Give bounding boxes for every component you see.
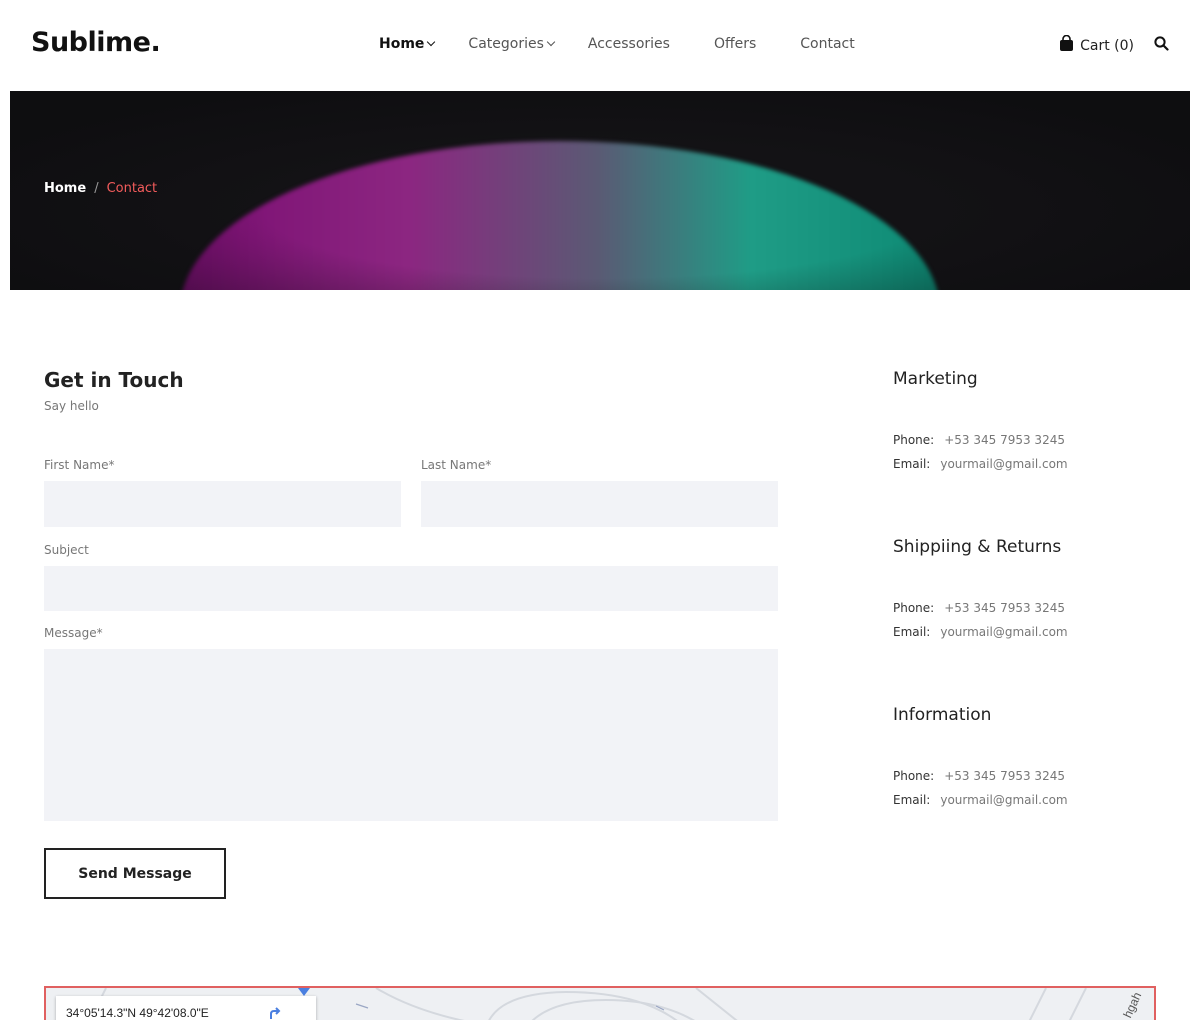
nav-item-home[interactable]: Home (379, 36, 436, 52)
email-label: Email: (893, 625, 931, 639)
contact-block-title: Information (893, 705, 992, 725)
cart-button[interactable]: Cart (0) (1059, 34, 1134, 56)
nav-item-categories[interactable]: Categories (468, 36, 556, 52)
nav-item-accessories[interactable]: Accessories (588, 36, 670, 52)
nav-item-label: Offers (713, 36, 757, 52)
map-coordinates: 34°05'14.3"N 49°42'08.0"E (66, 1006, 209, 1020)
form-title: Get in Touch (44, 368, 184, 392)
form-subtitle: Say hello (44, 399, 99, 413)
contact-email: Email: yourmail@gmail.com (893, 625, 1068, 639)
search-icon (1154, 35, 1169, 56)
contact-phone: Phone: +53 345 7953 3245 (893, 601, 1065, 615)
phone-label: Phone: (893, 601, 935, 615)
search-button[interactable] (1154, 35, 1169, 56)
hero-overlay (10, 91, 1190, 290)
site-header: Sublime. Home Categories Accessories Off… (0, 0, 1200, 91)
cart-label: Cart (0) (1080, 37, 1134, 54)
contact-block-marketing: Marketing Phone: +53 345 7953 3245 Email:… (893, 369, 1068, 471)
directions-icon (268, 1007, 284, 1020)
email-value[interactable]: yourmail@gmail.com (940, 793, 1067, 807)
nav-item-label: Accessories (587, 36, 670, 52)
breadcrumb-current: Contact (106, 181, 158, 196)
chevron-down-icon (427, 37, 436, 47)
phone-value[interactable]: +53 345 7953 3245 (944, 769, 1065, 783)
contact-block-shipping: Shippiing & Returns Phone: +53 345 7953 3… (893, 537, 1068, 639)
page-hero-banner: Home / Contact (10, 91, 1190, 290)
breadcrumb: Home / Contact (44, 181, 157, 196)
nav-item-label: Home (379, 36, 425, 52)
phone-label: Phone: (893, 769, 935, 783)
nav-item-label: Categories (468, 36, 544, 52)
last-name-field[interactable] (421, 481, 778, 527)
contact-block-title: Marketing (893, 369, 978, 389)
contact-phone: Phone: +53 345 7953 3245 (893, 769, 1065, 783)
breadcrumb-home-link[interactable]: Home (44, 181, 86, 196)
shopping-bag-icon (1059, 34, 1074, 56)
last-name-label: Last Name* (421, 458, 492, 472)
breadcrumb-separator: / (94, 181, 99, 196)
main-nav: Home Categories Accessories Offers Conta… (379, 36, 855, 52)
directions-button[interactable] (268, 1005, 284, 1020)
contact-block-title: Shippiing & Returns (893, 537, 1062, 557)
nav-item-offers[interactable]: Offers (714, 36, 756, 52)
first-name-label: First Name* (44, 458, 115, 472)
contact-email: Email: yourmail@gmail.com (893, 457, 1068, 471)
first-name-field[interactable] (44, 481, 401, 527)
site-logo[interactable]: Sublime. (31, 27, 161, 58)
send-message-button[interactable]: Send Message (44, 848, 226, 899)
email-value[interactable]: yourmail@gmail.com (940, 625, 1067, 639)
nav-item-contact[interactable]: Contact (800, 36, 854, 52)
phone-value[interactable]: +53 345 7953 3245 (944, 433, 1065, 447)
map-coordinates-card: 34°05'14.3"N 49°42'08.0"E (56, 996, 316, 1020)
header-actions: Cart (0) (1059, 34, 1169, 56)
email-label: Email: (893, 793, 931, 807)
message-field[interactable] (44, 649, 778, 821)
contact-block-information: Information Phone: +53 345 7953 3245 Emai… (893, 705, 1068, 807)
chevron-down-icon (546, 37, 556, 47)
subject-field[interactable] (44, 566, 778, 611)
email-value[interactable]: yourmail@gmail.com (940, 457, 1067, 471)
phone-value[interactable]: +53 345 7953 3245 (944, 601, 1065, 615)
phone-label: Phone: (893, 433, 935, 447)
subject-label: Subject (44, 543, 89, 557)
email-label: Email: (893, 457, 931, 471)
contact-email: Email: yourmail@gmail.com (893, 793, 1068, 807)
message-label: Message* (44, 626, 103, 640)
nav-item-label: Contact (800, 36, 855, 52)
location-map[interactable]: 34°05'14.3"N 49°42'08.0"E hgah (44, 986, 1156, 1020)
contact-phone: Phone: +53 345 7953 3245 (893, 433, 1065, 447)
